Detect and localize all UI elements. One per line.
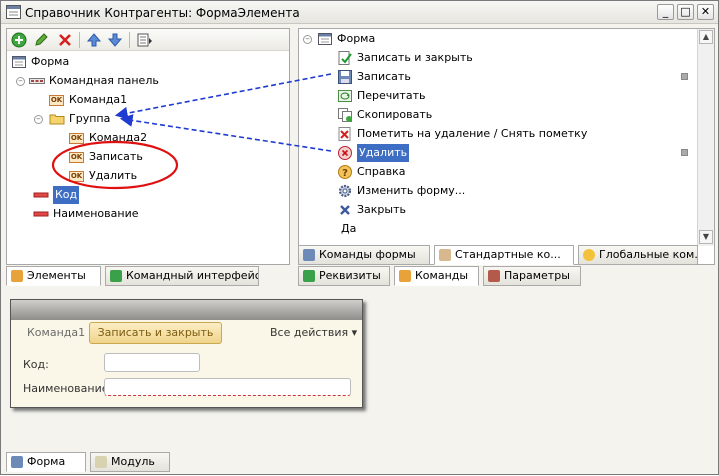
annotation-arrow: [114, 73, 332, 120]
form-editor-window: Справочник Контрагенты: ФормаЭлемента _ …: [0, 0, 719, 475]
annotation-overlay: [51, 73, 332, 190]
highlight-circle: [51, 140, 179, 190]
